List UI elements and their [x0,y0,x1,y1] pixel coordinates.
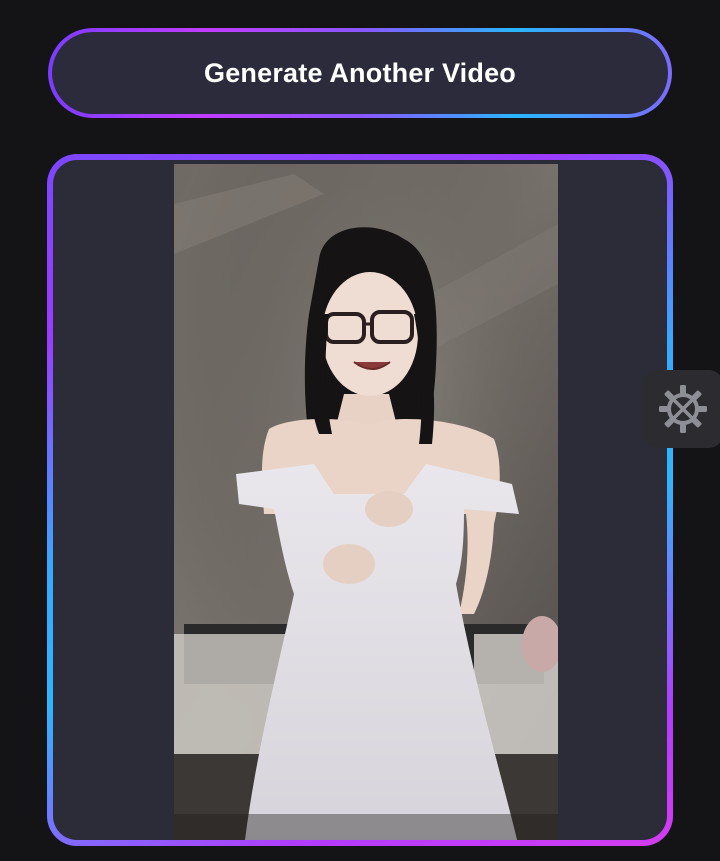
video-frame [174,164,558,840]
video-player[interactable] [174,164,558,840]
result-screen: Generate Another Video [0,0,720,861]
generate-another-video-button-border: Generate Another Video [48,28,672,118]
generate-another-video-button[interactable]: Generate Another Video [52,32,668,114]
video-card [53,160,667,840]
gear-wrench-icon [659,385,707,433]
floating-settings-button[interactable] [643,370,720,448]
video-card-border [47,154,673,846]
generate-another-video-label: Generate Another Video [204,57,516,88]
